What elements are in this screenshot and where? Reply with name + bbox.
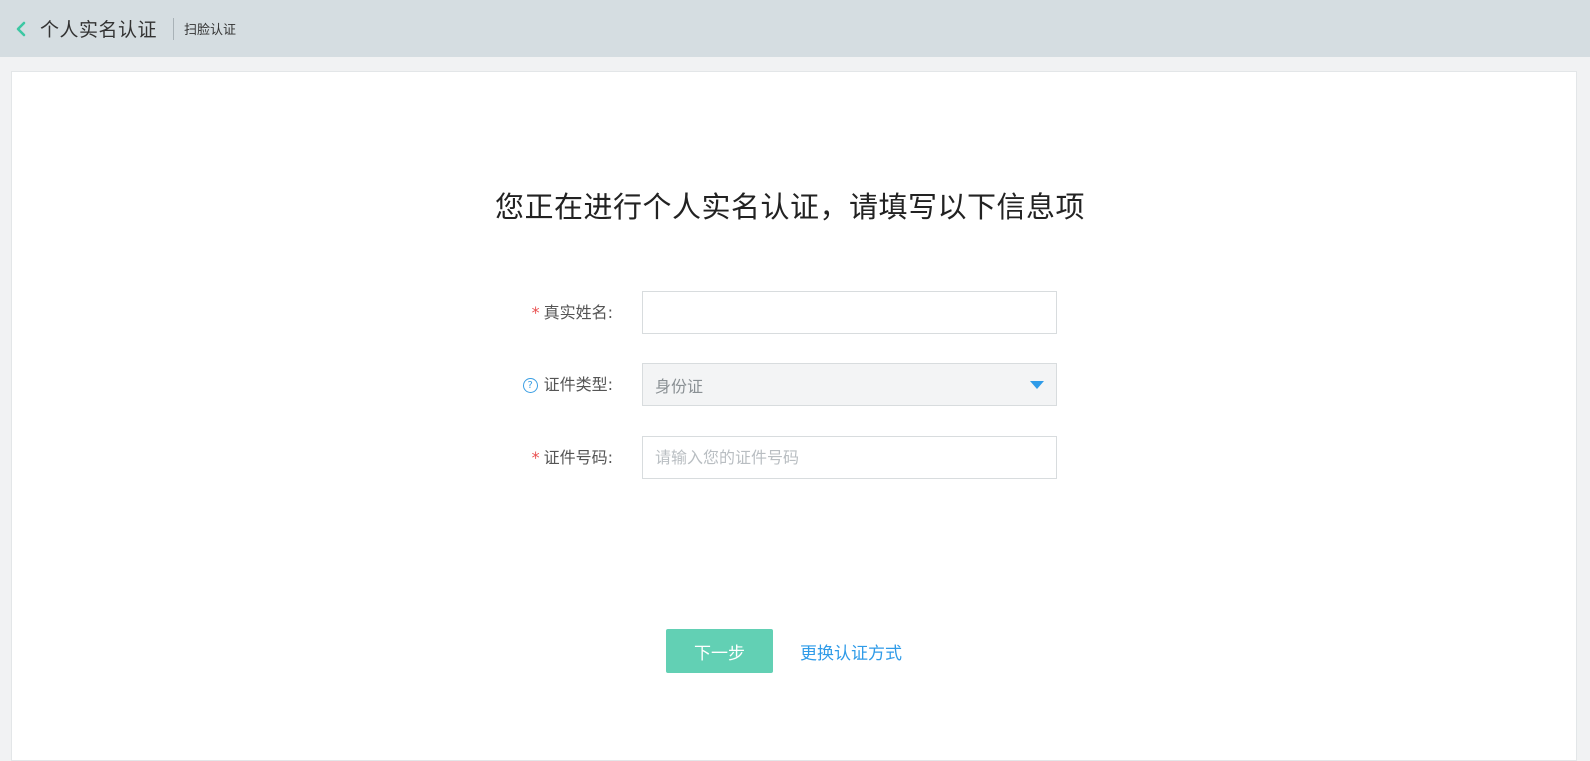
real-name-input[interactable] [642,291,1057,334]
page-header-title: 个人实名认证 [40,19,158,41]
id-type-label: 证件类型: [543,375,613,394]
id-type-select[interactable]: 身份证 [642,363,1057,406]
id-number-label-group: * 证件号码: [532,436,613,479]
required-mark: * [531,448,540,467]
header-divider [173,17,175,40]
header-subtitle: 扫脸认证 [184,23,237,38]
question-circle-icon[interactable]: ? [522,378,538,393]
next-step-button[interactable]: 下一步 [666,629,773,673]
form-title: 您正在进行个人实名认证，请填写以下信息项 [494,190,1085,224]
form-row-name: * 真实姓名: [12,291,1578,334]
main-panel: 您正在进行个人实名认证，请填写以下信息项 * 真实姓名: ? 证件类型: 身份证… [11,71,1577,761]
id-type-label-group: ? 证件类型: [522,363,613,406]
name-label-group: * 真实姓名: [532,291,613,334]
switch-verification-method-link[interactable]: 更换认证方式 [800,639,902,664]
name-label: 真实姓名: [543,303,613,322]
caret-down-icon [1030,381,1044,389]
id-number-input[interactable] [642,436,1057,479]
back-button[interactable] [6,0,36,57]
form-row-id-number: * 证件号码: [12,436,1578,479]
id-number-label: 证件号码: [543,448,613,467]
form-row-id-type: ? 证件类型: 身份证 [12,363,1578,406]
top-bar: 个人实名认证 扫脸认证 [0,0,1590,57]
required-mark: * [531,303,540,322]
chevron-left-icon [15,21,27,37]
id-type-selected-value: 身份证 [655,376,704,396]
